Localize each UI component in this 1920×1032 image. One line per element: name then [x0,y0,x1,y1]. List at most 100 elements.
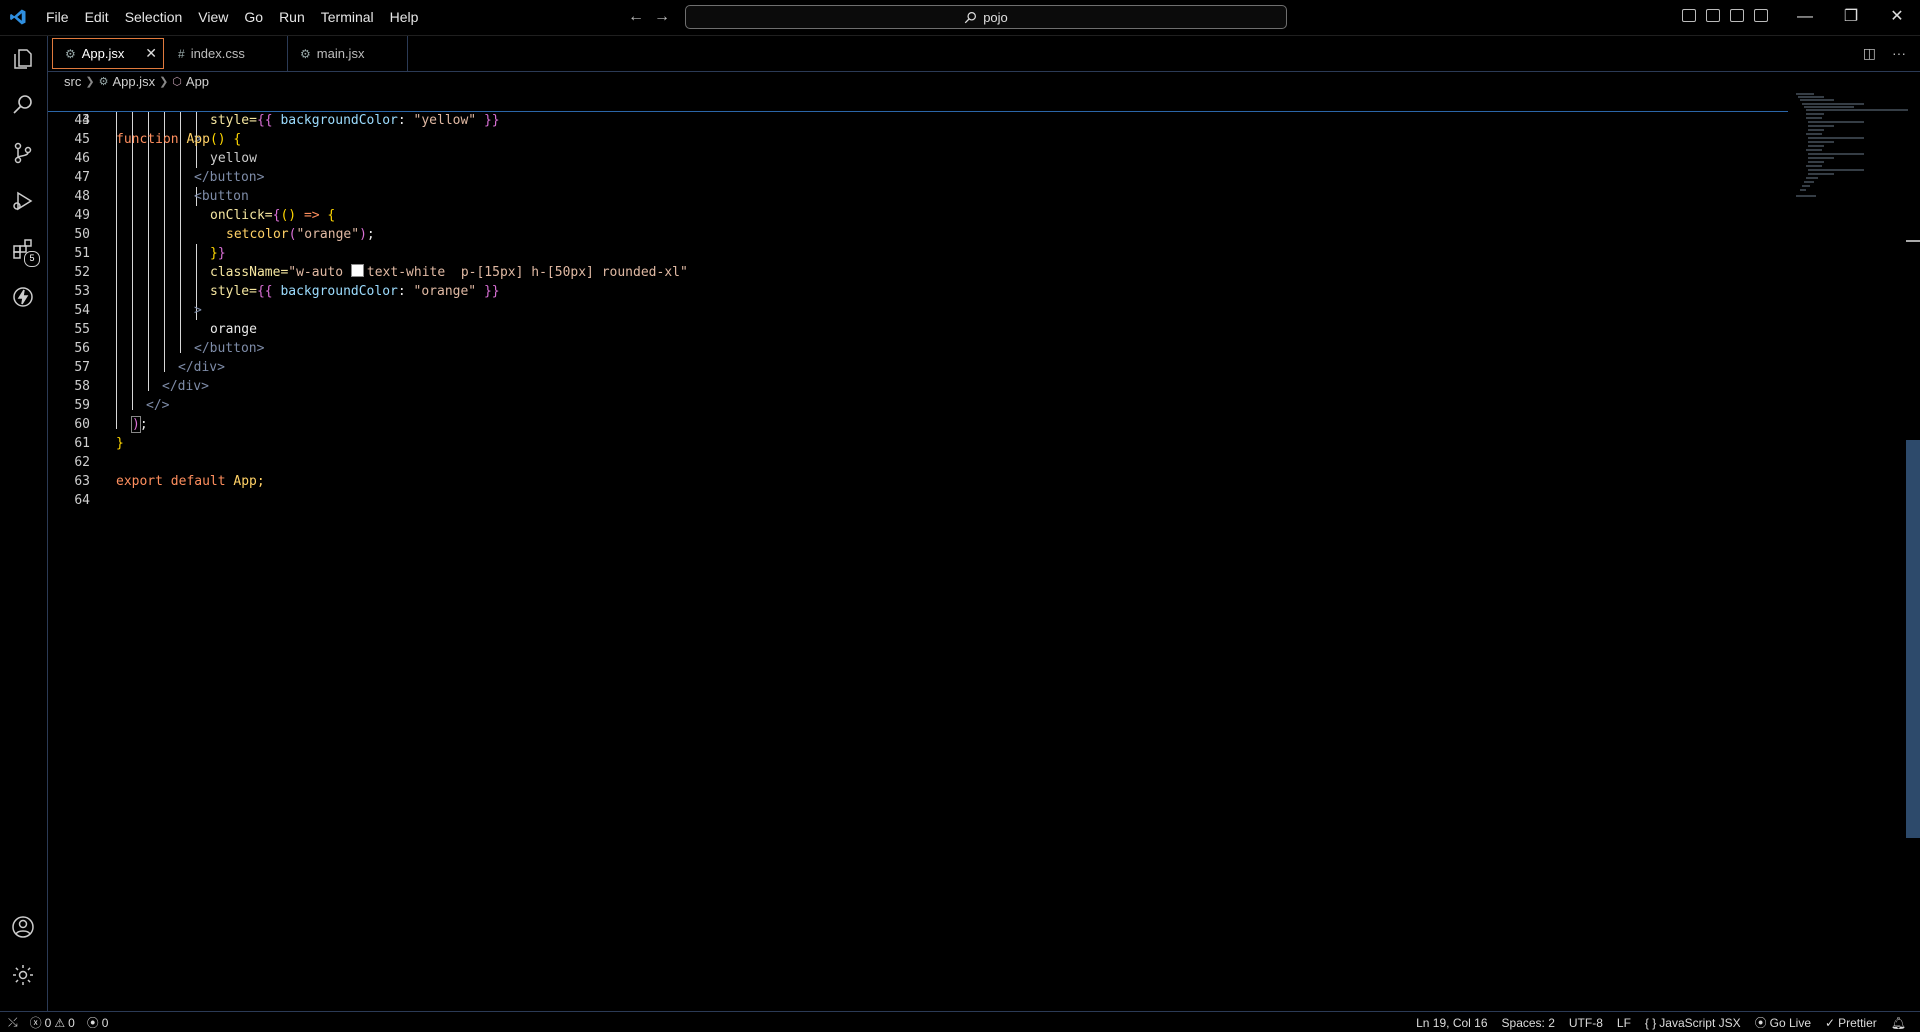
line-number: 55 [74,322,90,337]
menu-selection[interactable]: Selection [117,0,191,35]
broadcast-icon: ⦿ [1754,1016,1767,1030]
search-sidebar-icon[interactable] [10,92,36,118]
menu-go[interactable]: Go [236,0,271,35]
more-actions-icon[interactable]: ··· [1892,45,1906,62]
back-arrow-icon[interactable]: ← [628,8,644,26]
tab-main-jsx[interactable]: ⚙ main.jsx [288,36,408,71]
line-number: 59 [74,398,90,413]
menu-terminal[interactable]: Terminal [313,0,382,35]
breadcrumb-file[interactable]: App.jsx [112,74,155,89]
tab-app-jsx[interactable]: ⚙ App.jsx ✕ [52,38,164,69]
tab-label: index.css [190,46,245,61]
menu-run[interactable]: Run [271,0,313,35]
restore-icon[interactable]: ❐ [1828,0,1874,35]
extensions-badge: 5 [24,251,40,267]
extensions-icon[interactable]: 5 [10,236,40,267]
language-mode[interactable]: { } JavaScript JSX [1645,1016,1741,1030]
cursor-position[interactable]: Ln 19, Col 16 [1416,1016,1487,1030]
line-number: 58 [74,379,90,394]
indentation[interactable]: Spaces: 2 [1502,1016,1555,1030]
code-line: style={{ backgroundColor: "orange" }} [210,284,500,299]
minimap[interactable] [1794,92,1908,222]
code-line: setcolor("orange"); [226,227,375,242]
code-line: </button> [194,170,265,185]
line-number: 56 [74,341,90,356]
encoding[interactable]: UTF-8 [1569,1016,1603,1030]
prettier-status[interactable]: ✓ Prettier [1825,1016,1877,1030]
problems-indicator[interactable]: ⓧ 0 ⚠ 0 [30,1014,75,1031]
code-line: </div> [162,379,209,394]
color-swatch[interactable] [350,264,364,277]
go-live-button[interactable]: ⦿ Go Live [1755,1014,1811,1031]
code-line: orange [210,322,257,337]
source-control-icon[interactable] [10,140,36,166]
vscode-logo-icon [10,9,26,25]
sticky-scroll-header[interactable]: 3 function App() { [48,92,1788,147]
breadcrumb-src[interactable]: src [64,74,81,89]
react-file-icon: ⚙ [300,46,311,61]
notifications-bell-icon[interactable]: 🔔︎ [1891,1016,1906,1030]
code-line: > [194,303,202,318]
search-icon [964,11,977,23]
code-line: style={{ backgroundColor: "yellow" }} [210,113,500,128]
remote-indicator-icon[interactable]: ⤯ [8,1015,18,1030]
breadcrumb-symbol[interactable]: App [186,74,209,89]
line-number: 62 [74,455,90,470]
ports-indicator[interactable]: ⦿ 0 [87,1014,109,1031]
code-editor[interactable]: 3 function App() { 44 style={{ background… [48,92,1900,1010]
line-number: 3 [82,113,90,128]
scrollbar-thumb[interactable] [1906,440,1920,838]
command-center-search[interactable]: pojo [685,5,1287,29]
line-number: 49 [74,208,90,223]
thunder-client-icon[interactable] [10,284,36,310]
minimize-icon[interactable]: — [1782,0,1828,35]
menu-view[interactable]: View [190,0,236,35]
search-text: pojo [983,9,1008,25]
code-line: ); [131,416,148,433]
code-line: onClick={() => { [210,208,336,223]
toggle-primary-sidebar-icon[interactable] [1682,9,1696,22]
code-line: </> [146,398,170,413]
close-window-icon[interactable]: ✕ [1874,0,1920,35]
editor-tabs: ⚙ App.jsx ✕ # index.css ⚙ main.jsx ◫ ··· [48,36,1920,72]
chevron-right-icon: ❯ [159,75,169,88]
title-bar: File Edit Selection View Go Run Terminal… [0,0,1920,36]
indent-guide [164,111,165,372]
manage-gear-icon[interactable] [10,962,36,988]
toggle-secondary-sidebar-icon[interactable] [1730,9,1744,22]
css-file-icon: # [178,46,185,61]
menu-edit[interactable]: Edit [77,0,117,35]
menu-file[interactable]: File [38,0,77,35]
end-of-line[interactable]: LF [1617,1016,1631,1030]
run-debug-icon[interactable] [10,188,36,214]
forward-arrow-icon[interactable]: → [654,8,670,26]
customize-layout-icon[interactable] [1754,9,1768,22]
code-line: }} [210,246,226,261]
accounts-icon[interactable] [10,914,36,940]
react-file-icon: ⚙ [65,46,76,61]
code-line: } [116,436,124,451]
line-number: 52 [74,265,90,280]
indent-guide [148,111,149,391]
code-line: yellow [210,151,257,166]
chevron-right-icon: ❯ [85,75,95,88]
tab-label: App.jsx [81,46,125,61]
close-tab-icon[interactable]: ✕ [145,45,157,62]
menu-bar: File Edit Selection View Go Run Terminal… [38,0,426,35]
code-line: export default App; [116,474,265,489]
line-number: 53 [74,284,90,299]
react-file-icon: ⚙ [98,75,109,88]
tab-index-css[interactable]: # index.css [166,36,288,71]
split-editor-icon[interactable]: ◫ [1863,45,1876,62]
toggle-panel-icon[interactable] [1706,9,1720,22]
explorer-icon[interactable] [10,46,36,72]
menu-help[interactable]: Help [382,0,427,35]
check-icon: ✓ [1825,1015,1836,1030]
code-line: </button> [194,341,265,356]
braces-icon: { } [1644,1015,1657,1030]
sticky-code: function App() { [116,132,242,147]
error-icon: ⓧ [29,1016,42,1030]
scrollbar-cursor-marker [1906,240,1920,242]
broadcast-icon: ⦿ [86,1016,99,1030]
line-number: 48 [74,189,90,204]
